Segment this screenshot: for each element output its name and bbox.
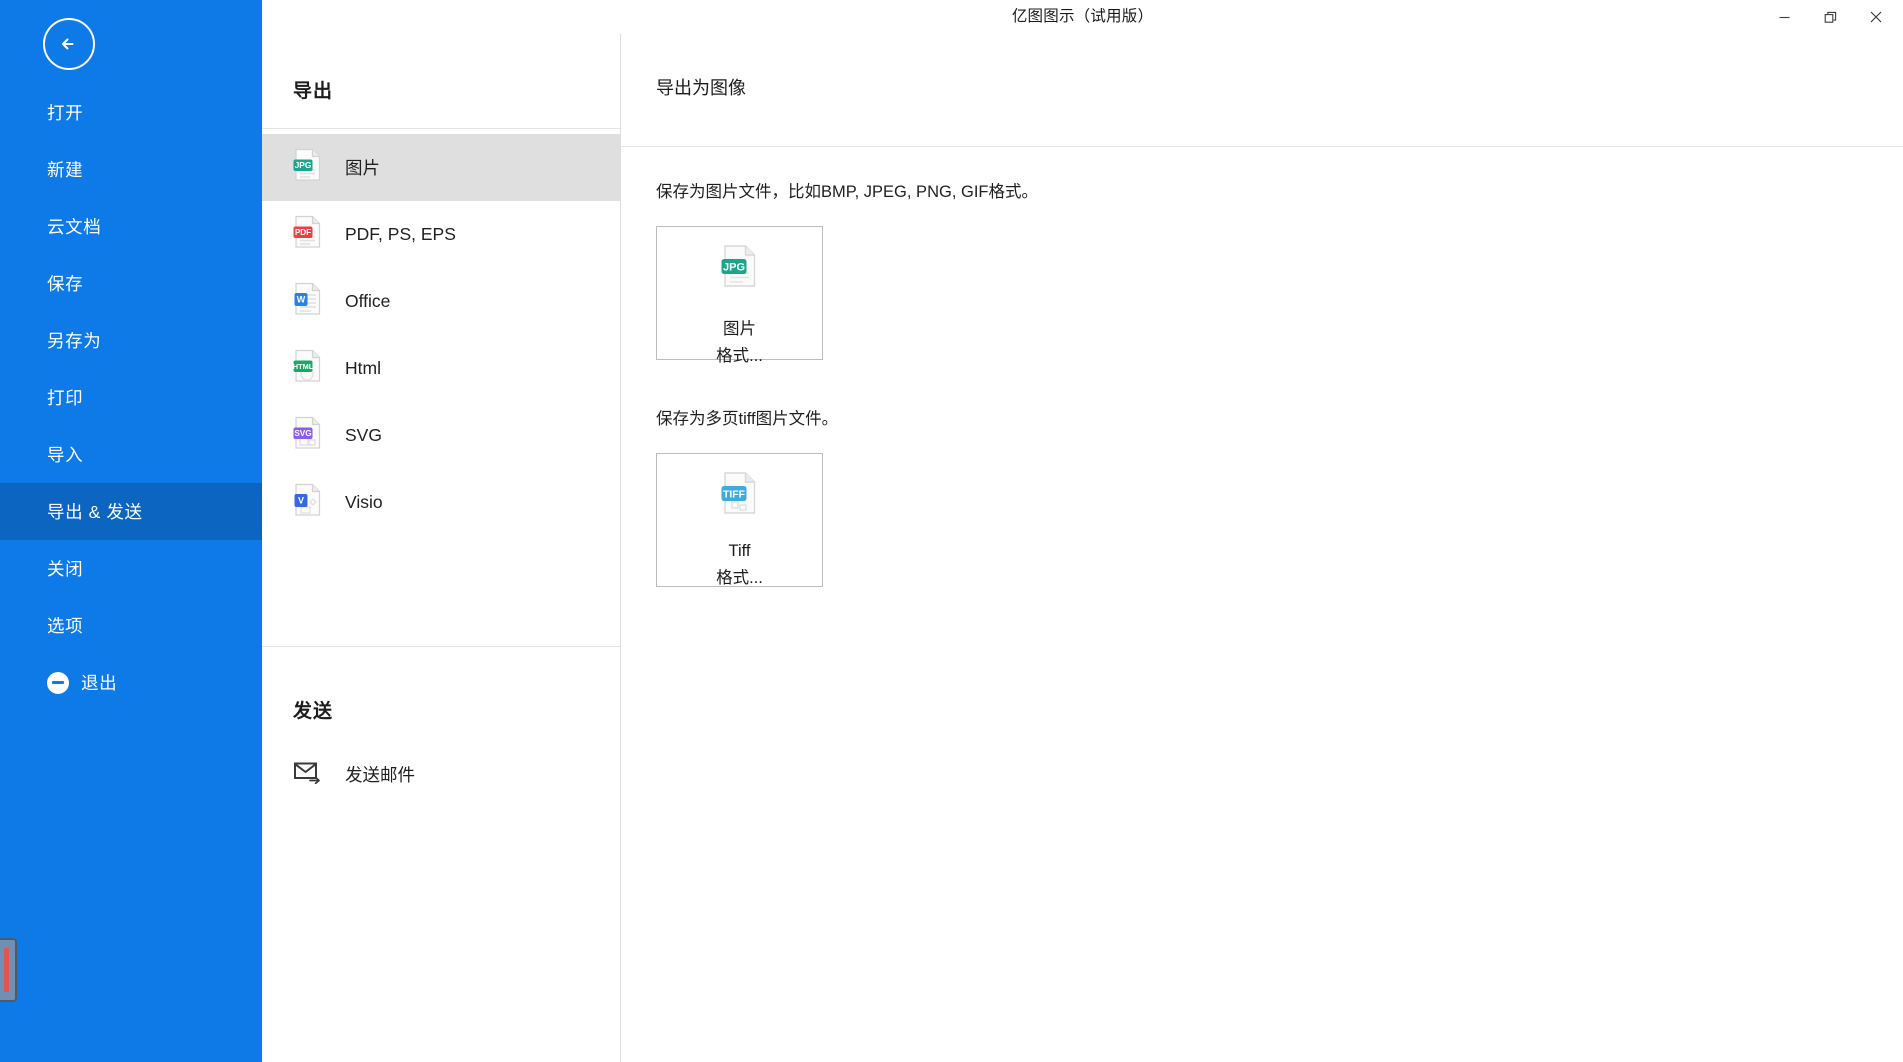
close-button[interactable] xyxy=(1853,1,1899,33)
send-mail-label: 发送邮件 xyxy=(345,764,415,785)
tiff-card-line1: Tiff xyxy=(728,542,751,560)
export-format-label: Office xyxy=(345,291,391,311)
export-format-label: 图片 xyxy=(345,158,380,178)
sidebar-item-export-send[interactable]: 导出 & 发送 xyxy=(0,483,262,540)
sidebar-item-label: 导入 xyxy=(47,445,84,465)
image-format-card[interactable]: JPG 图片 格式... xyxy=(656,226,823,365)
sidebar-item-save-as[interactable]: 另存为 xyxy=(0,312,262,369)
tiff-file-icon: TIFF xyxy=(720,471,760,520)
sidebar-item-label: 云文档 xyxy=(47,217,102,237)
export-detail-pane: 导出为图像 保存为图片文件，比如BMP, JPEG, PNG, GIF格式。 J… xyxy=(621,34,1903,1062)
image-card-line1: 图片 xyxy=(723,320,756,338)
sidebar-item-new[interactable]: 新建 xyxy=(0,141,262,198)
send-heading: 发送 xyxy=(293,701,334,722)
sidebar-item-close[interactable]: 关闭 xyxy=(0,540,262,597)
back-button[interactable] xyxy=(43,18,95,70)
send-mail-item[interactable]: 发送邮件 xyxy=(293,754,415,794)
sidebar-item-cloud-docs[interactable]: 云文档 xyxy=(0,198,262,255)
send-mail-icon xyxy=(293,760,323,789)
sidebar-item-options[interactable]: 选项 xyxy=(0,597,262,654)
sidebar-item-label: 打印 xyxy=(47,388,84,408)
tiff-format-card[interactable]: TIFF Tiff 格式... xyxy=(656,453,823,587)
sidebar-item-open[interactable]: 打开 xyxy=(0,84,262,141)
svg-text:V: V xyxy=(298,496,304,506)
word-file-icon: W xyxy=(293,282,323,321)
export-format-item-html[interactable]: HTML Html xyxy=(262,335,620,402)
minimize-button[interactable] xyxy=(1761,1,1807,33)
content-title: 导出为图像 xyxy=(656,78,746,98)
svg-text:PDF: PDF xyxy=(295,228,311,237)
sidebar-item-label: 新建 xyxy=(47,160,84,180)
html-file-icon: HTML xyxy=(293,349,323,388)
sidebar-item-label: 打开 xyxy=(47,103,84,123)
image-card-line2: 格式... xyxy=(716,347,763,365)
content-body: 保存为图片文件，比如BMP, JPEG, PNG, GIF格式。 JPG 图片 … xyxy=(643,146,1903,1062)
export-format-item-office[interactable]: W Office xyxy=(262,268,620,335)
svg-text:JPG: JPG xyxy=(295,160,312,170)
sidebar-item-exit[interactable]: 退出 xyxy=(0,654,262,711)
export-heading: 导出 xyxy=(293,81,334,102)
jpg-file-icon: JPG xyxy=(293,148,323,187)
close-icon xyxy=(1870,11,1882,23)
window-controls xyxy=(1761,0,1899,34)
page-title: 亿图图示（试用版） xyxy=(1011,8,1154,25)
back-arrow-icon xyxy=(61,38,74,50)
image-export-description: 保存为图片文件，比如BMP, JPEG, PNG, GIF格式。 xyxy=(656,183,1038,201)
sidebar-item-import[interactable]: 导入 xyxy=(0,426,262,483)
tiff-export-description: 保存为多页tiff图片文件。 xyxy=(656,410,839,428)
pdf-file-icon: PDF xyxy=(293,215,323,254)
title-bar: 亿图图示（试用版） xyxy=(262,0,1903,34)
svg-file-icon: SVG xyxy=(293,416,323,455)
sidebar-item-save[interactable]: 保存 xyxy=(0,255,262,312)
minimize-icon xyxy=(1779,16,1789,18)
sidebar-item-print[interactable]: 打印 xyxy=(0,369,262,426)
export-format-item-pdf[interactable]: PDF PDF, PS, EPS xyxy=(262,201,620,268)
sidebar-item-label: 保存 xyxy=(47,274,84,294)
visio-file-icon: V xyxy=(293,483,323,522)
jpg-file-icon: JPG xyxy=(720,244,760,293)
tiff-card-line2: 格式... xyxy=(716,569,763,587)
svg-text:JPG: JPG xyxy=(722,261,744,273)
export-format-item-svg[interactable]: SVG SVG xyxy=(262,402,620,469)
svg-text:SVG: SVG xyxy=(294,429,311,438)
sidebar-item-label: 选项 xyxy=(47,616,84,636)
exit-minus-circle-icon xyxy=(47,671,69,694)
sidebar-item-label: 导出 & 发送 xyxy=(47,502,143,522)
application-window: 打开 新建 云文档 保存 另存为 打印 导入 导出 & 发送 关闭 选项 退出 … xyxy=(0,0,1903,1062)
divider xyxy=(262,646,620,647)
svg-text:TIFF: TIFF xyxy=(723,489,745,500)
sidebar-item-label: 关闭 xyxy=(47,559,84,579)
sidebar-item-label: 退出 xyxy=(81,673,118,693)
export-format-item-image[interactable]: JPG 图片 xyxy=(262,134,620,201)
backstage-sidebar: 打开 新建 云文档 保存 另存为 打印 导入 导出 & 发送 关闭 选项 退出 xyxy=(0,0,262,1062)
restore-icon xyxy=(1824,11,1836,23)
export-format-list: JPG 图片 PDF PDF, PS, EPS W Office HTML Ht… xyxy=(262,129,620,536)
sidebar-item-label: 另存为 xyxy=(47,331,102,351)
restore-button[interactable] xyxy=(1807,1,1853,33)
sidebar-nav-list: 打开 新建 云文档 保存 另存为 打印 导入 导出 & 发送 关闭 选项 退出 xyxy=(0,84,262,711)
export-format-label: Html xyxy=(345,358,381,378)
export-format-label: Visio xyxy=(345,492,383,512)
export-format-item-visio[interactable]: V Visio xyxy=(262,469,620,536)
export-format-label: PDF, PS, EPS xyxy=(345,224,456,244)
svg-text:HTML: HTML xyxy=(293,362,314,371)
collapsed-panel-handle[interactable] xyxy=(0,938,17,1002)
export-panel: 导出 JPG 图片 PDF PDF, PS, EPS W Office HTML… xyxy=(262,34,621,1062)
export-format-label: SVG xyxy=(345,425,382,445)
svg-text:W: W xyxy=(297,295,306,305)
